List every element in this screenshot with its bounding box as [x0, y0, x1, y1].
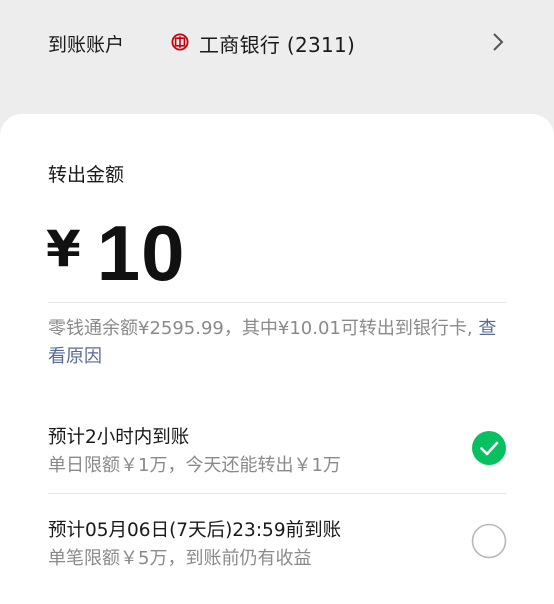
balance-text: 零钱通余额¥2595.99，其中¥10.01可转出到银行卡,: [48, 318, 479, 339]
option-subtitle: 单日限额￥1万，今天还能转出￥1万: [48, 455, 341, 476]
divider: [48, 302, 506, 303]
arrival-option-delayed[interactable]: 预计05月06日(7天后)23:59前到账 单笔限额￥5万，到账前仍有收益: [0, 508, 554, 578]
receiving-account-label: 到账账户: [48, 34, 125, 56]
icbc-logo-icon: [171, 33, 189, 51]
option-subtitle: 单笔限额￥5万，到账前仍有收益: [48, 548, 312, 569]
chevron-right-icon: [493, 33, 504, 51]
transfer-amount-label: 转出金额: [48, 164, 125, 186]
currency-symbol: ¥: [46, 220, 81, 278]
balance-note: 零钱通余额¥2595.99，其中¥10.01可转出到银行卡, 查看原因: [48, 315, 508, 371]
amount-value: 10: [96, 208, 186, 297]
checkmark-selected-icon[interactable]: [471, 430, 507, 466]
amount-input[interactable]: ¥ 10: [46, 208, 186, 298]
radio-unselected-icon[interactable]: [471, 523, 507, 559]
bank-account-name: 工商银行 (2311): [199, 33, 356, 57]
option-title: 预计05月06日(7天后)23:59前到账: [48, 520, 342, 541]
option-title: 预计2小时内到账: [48, 427, 190, 448]
arrival-option-fast[interactable]: 预计2小时内到账 单日限额￥1万，今天还能转出￥1万: [0, 415, 554, 485]
divider: [48, 493, 506, 494]
receiving-account-row[interactable]: 到账账户 工商银行 (2311): [0, 0, 554, 86]
